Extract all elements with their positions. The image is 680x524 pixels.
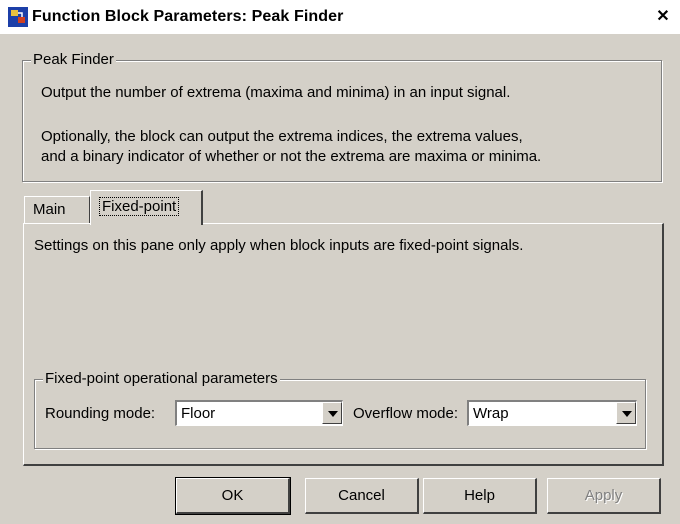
close-icon[interactable]: ✕	[654, 8, 672, 26]
tab-fixed-point[interactable]: Fixed-point	[90, 190, 203, 225]
tab-main-label: Main	[33, 201, 66, 218]
window-title: Function Block Parameters: Peak Finder	[32, 8, 344, 25]
description-line-2a: Optionally, the block can output the ext…	[41, 128, 523, 145]
block-group-label: Peak Finder	[31, 51, 116, 68]
rounding-mode-value: Floor	[181, 405, 216, 422]
overflow-mode-select[interactable]: Wrap	[467, 400, 637, 426]
overflow-mode-label: Overflow mode:	[353, 405, 459, 422]
title-bar: Function Block Parameters: Peak Finder ✕	[0, 0, 680, 34]
rounding-mode-select[interactable]: Floor	[175, 400, 343, 426]
tab-fixed-point-label: Fixed-point	[99, 197, 180, 216]
fixed-point-params-label: Fixed-point operational parameters	[43, 370, 280, 387]
description-line-2b: and a binary indicator of whether or not…	[41, 148, 542, 165]
block-description-group: Peak Finder Output the number of extrema…	[22, 51, 662, 182]
apply-button[interactable]: Apply	[547, 478, 661, 514]
chevron-down-icon[interactable]	[616, 402, 636, 424]
tab-main[interactable]: Main	[24, 196, 90, 224]
fixed-point-pane: Settings on this pane only apply when bl…	[23, 223, 664, 466]
chevron-down-icon[interactable]	[322, 402, 342, 424]
pane-info-text: Settings on this pane only apply when bl…	[34, 237, 524, 254]
cancel-button[interactable]: Cancel	[305, 478, 419, 514]
rounding-mode-label: Rounding mode:	[45, 405, 156, 422]
ok-button[interactable]: OK	[175, 477, 291, 515]
overflow-mode-value: Wrap	[473, 405, 509, 422]
fixed-point-params-group: Fixed-point operational parameters Round…	[34, 370, 646, 449]
help-button[interactable]: Help	[423, 478, 537, 514]
description-line-1: Output the number of extrema (maxima and…	[41, 84, 511, 101]
simulink-block-icon	[8, 7, 28, 27]
